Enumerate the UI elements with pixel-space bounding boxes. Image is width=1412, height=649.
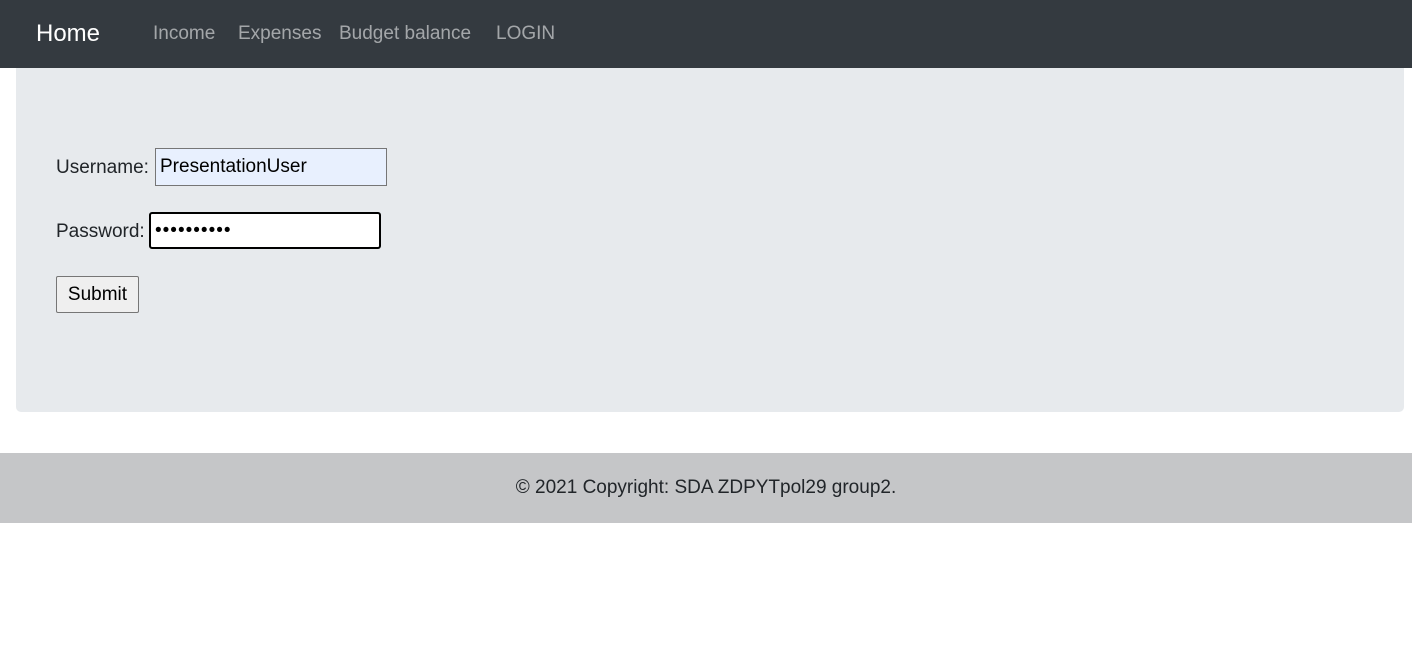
- nav-link-expenses[interactable]: Expenses: [238, 22, 321, 46]
- footer-copyright: © 2021 Copyright: SDA ZDPYTpol29 group2.: [515, 477, 897, 498]
- username-label: Username:: [56, 157, 149, 178]
- nav-link-login[interactable]: LOGIN: [496, 22, 555, 46]
- submit-button[interactable]: Submit: [56, 276, 139, 313]
- nav-link-income[interactable]: Income: [153, 22, 215, 46]
- nav-home-link[interactable]: Home: [36, 18, 100, 50]
- username-input[interactable]: [155, 148, 387, 186]
- password-input[interactable]: [149, 212, 381, 249]
- top-navbar: Home Income Expenses Budget balance LOGI…: [0, 0, 1412, 68]
- nav-link-budget-balance[interactable]: Budget balance: [339, 22, 471, 46]
- page-footer: © 2021 Copyright: SDA ZDPYTpol29 group2.: [0, 453, 1412, 523]
- password-label: Password:: [56, 221, 145, 242]
